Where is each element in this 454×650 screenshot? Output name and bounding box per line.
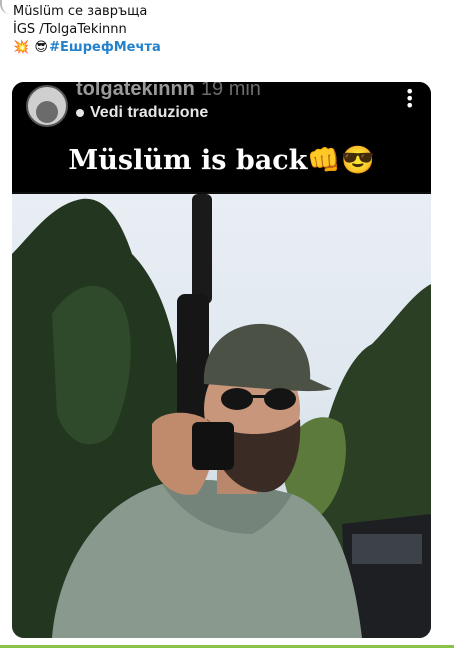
sunglasses-emoji-icon: 😎 xyxy=(34,40,48,55)
story-username: tolgatekinnn 19 min xyxy=(76,82,261,101)
message-line-2: İGS /TolgaTekinnn xyxy=(13,22,127,37)
collision-emoji-icon: 💥 xyxy=(13,40,30,55)
photo-scene xyxy=(12,194,431,638)
message-line-1: Müslüm се завръща xyxy=(13,4,148,19)
message-text: Müslüm се завръща İGS /TolgaTekinnn 💥 😎#… xyxy=(13,3,433,57)
story-caption: Müslüm is back👊😎 xyxy=(68,145,375,176)
photo-illustration xyxy=(12,194,431,638)
hashtag-link[interactable]: #ЕшрефМечта xyxy=(49,40,161,55)
sunglasses-left-lens xyxy=(221,388,253,410)
message-divider xyxy=(0,645,454,648)
cap xyxy=(203,323,332,392)
message-bubble-tail xyxy=(0,0,14,14)
translate-link: Vedi traduzione xyxy=(76,104,208,122)
car-window xyxy=(352,534,422,564)
story-time: 19 min xyxy=(200,82,261,100)
sunglasses-bridge xyxy=(250,395,266,398)
translate-icon xyxy=(76,108,84,117)
attached-photo[interactable]: tolgatekinnn 19 min Vedi traduzione • • • M… xyxy=(12,82,431,638)
more-options-icon: • • • xyxy=(405,82,415,115)
avatar xyxy=(26,85,68,127)
message-line-3: 💥 😎#ЕшрефМечта xyxy=(13,39,433,57)
sunglasses-right-lens xyxy=(264,388,296,410)
story-header: tolgatekinnn 19 min Vedi traduzione • • • M… xyxy=(12,82,431,192)
rifle-grip xyxy=(192,422,234,470)
rifle-barrel xyxy=(192,194,212,304)
